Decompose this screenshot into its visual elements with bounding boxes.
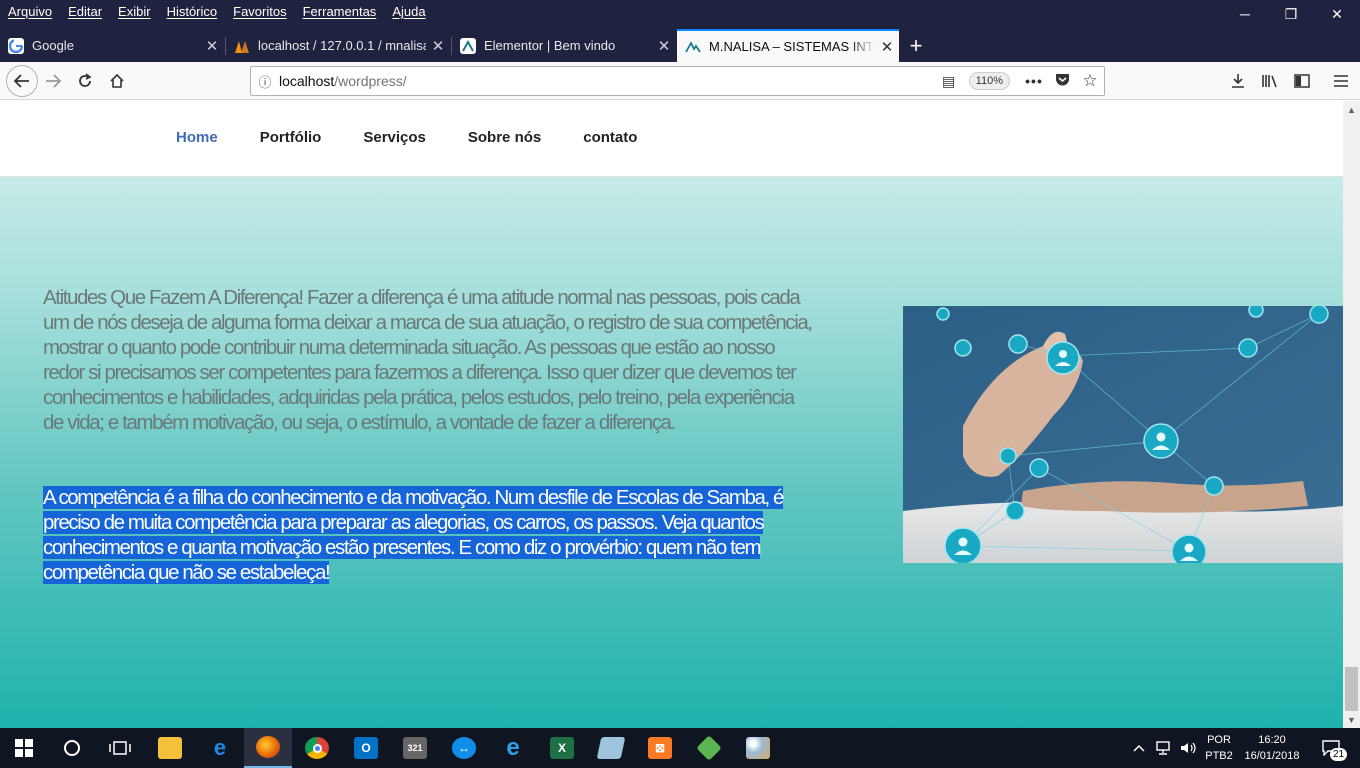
home-icon [110,73,124,88]
tab-label: M.NALISA – SISTEMAS INTEGRADOS [709,39,875,54]
nav-sobre-nos[interactable]: Sobre nós [468,129,541,146]
google-icon [8,37,24,54]
site-header: Home Portfólio Serviços Sobre nós contat… [0,101,1343,177]
back-button[interactable] [6,65,38,97]
scroll-thumb[interactable] [1345,667,1358,711]
tab-phpmyadmin[interactable]: localhost / 127.0.0.1 / mnalisa / ✕ [226,29,450,62]
menu-ferramentas[interactable]: Ferramentas [295,0,385,24]
firefox-icon[interactable] [244,728,292,768]
action-center-icon[interactable]: 21 [1316,728,1348,768]
close-tab-icon[interactable]: ✕ [652,37,676,55]
start-icon[interactable] [0,728,48,768]
elementor-icon [460,37,476,54]
menu-bar: Arquivo Editar Exibir Histórico Favorito… [0,0,434,24]
window-controls: ─ ❐ ✕ [1222,0,1360,28]
menu-exibir[interactable]: Exibir [110,0,159,24]
text-selection: A competência é a filha do conhecimento … [43,486,784,584]
scroll-down-icon[interactable]: ▼ [1343,711,1360,728]
network-hand-photo [903,306,1360,563]
arrow-left-icon [13,74,29,88]
navigation-toolbar: ⓘ localhost /wordpress/ ▤ 110% ••• ☆ [0,62,1360,100]
nav-servicos[interactable]: Serviços [363,129,426,146]
tab-label: Google [32,38,74,53]
xampp-icon[interactable]: ⊠ [636,728,684,768]
chrome-icon[interactable] [293,728,341,768]
page-scrollbar[interactable]: ▲ ▼ [1343,101,1360,728]
page-viewport: Home Portfólio Serviços Sobre nós contat… [0,101,1360,728]
bookmark-star-icon[interactable]: ☆ [1076,71,1104,91]
clock[interactable]: 16:20 16/01/2018 [1240,728,1304,768]
zoom-level[interactable]: 110% [968,72,1010,90]
home-button[interactable] [102,66,132,96]
tray-chevron-icon[interactable] [1132,728,1146,768]
nav-contato[interactable]: contato [583,129,637,146]
scroll-up-icon[interactable]: ▲ [1343,101,1360,118]
restore-button[interactable]: ❐ [1268,0,1314,28]
excel-icon[interactable]: X [538,728,586,768]
windows-taskbar: e O 321 ↔ e X ⊠ POR PTB2 16:20 16/01/201… [0,728,1360,768]
arrow-right-icon [46,74,62,88]
hamburger-menu-icon[interactable] [1326,66,1356,96]
tab-google[interactable]: Google ✕ [0,29,224,62]
tab-elementor[interactable]: Elementor | Bem vindo ✕ [452,29,676,62]
reload-icon [79,73,92,87]
address-bar-actions: ▤ 110% ••• ☆ [935,67,1104,95]
tab-strip: Google ✕ localhost / 127.0.0.1 / mnalisa… [0,29,1360,62]
tab-label: Elementor | Bem vindo [484,38,616,53]
tab-label: localhost / 127.0.0.1 / mnalisa / [258,38,426,53]
file-explorer-icon[interactable] [146,728,194,768]
close-tab-icon[interactable]: ✕ [426,37,450,55]
task-view-icon[interactable] [96,728,144,768]
site-logo-icon [685,39,701,55]
library-icon[interactable] [1255,66,1285,96]
page-actions-icon[interactable]: ••• [1020,73,1048,89]
url-path: /wordpress/ [334,73,407,89]
new-tab-button[interactable]: + [903,29,929,62]
sidebar-icon[interactable] [1287,66,1317,96]
browser-titlebar: Arquivo Editar Exibir Histórico Favorito… [0,0,1360,62]
selected-paragraph: A competência é a filha do conhecimento … [43,485,813,585]
edge-icon[interactable]: e [196,728,244,768]
downloads-icon[interactable] [1223,66,1253,96]
clock-date: 16/01/2018 [1244,750,1300,762]
network-icon[interactable] [1156,728,1174,768]
reader-view-icon[interactable]: ▤ [935,73,963,90]
info-icon[interactable]: ⓘ [251,72,279,91]
menu-ajuda[interactable]: Ajuda [384,0,433,24]
cortana-icon[interactable] [48,728,96,768]
clock-time: 16:20 [1258,734,1286,746]
paint-app-icon[interactable] [734,728,782,768]
language-code: POR [1207,734,1231,746]
forward-button[interactable] [38,66,68,96]
pocket-icon[interactable] [1048,73,1076,90]
menu-favoritos[interactable]: Favoritos [225,0,294,24]
green-app-icon[interactable] [685,728,733,768]
intro-paragraph: Atitudes Que Fazem A Diferença! Fazer a … [43,286,813,434]
outlook-icon[interactable]: O [342,728,390,768]
minimize-button[interactable]: ─ [1222,0,1268,28]
url-host: localhost [279,73,335,89]
address-bar[interactable]: ⓘ localhost /wordpress/ ▤ 110% ••• ☆ [250,66,1105,96]
close-window-button[interactable]: ✕ [1314,0,1360,28]
calculator-app-icon[interactable]: 321 [391,728,439,768]
menu-arquivo[interactable]: Arquivo [0,0,60,24]
volume-icon[interactable] [1180,728,1198,768]
tab-mnalisa[interactable]: M.NALISA – SISTEMAS INTEGRADOS ✕ [677,29,899,62]
menu-historico[interactable]: Histórico [159,0,226,24]
notification-count: 21 [1330,748,1348,761]
nav-portfolio[interactable]: Portfólio [260,129,322,146]
internet-explorer-icon[interactable]: e [489,728,537,768]
phpmyadmin-icon [234,38,250,54]
close-tab-icon[interactable]: ✕ [200,37,224,55]
keyboard-layout: PTB2 [1205,750,1233,762]
input-language[interactable]: POR PTB2 [1202,728,1236,768]
close-tab-icon[interactable]: ✕ [875,38,899,56]
teamviewer-icon[interactable]: ↔ [440,728,488,768]
notepad-app-icon[interactable] [587,728,635,768]
nav-home[interactable]: Home [176,129,218,146]
site-navigation: Home Portfólio Serviços Sobre nós contat… [176,129,637,146]
menu-editar[interactable]: Editar [60,0,110,24]
reload-button[interactable] [70,66,100,96]
